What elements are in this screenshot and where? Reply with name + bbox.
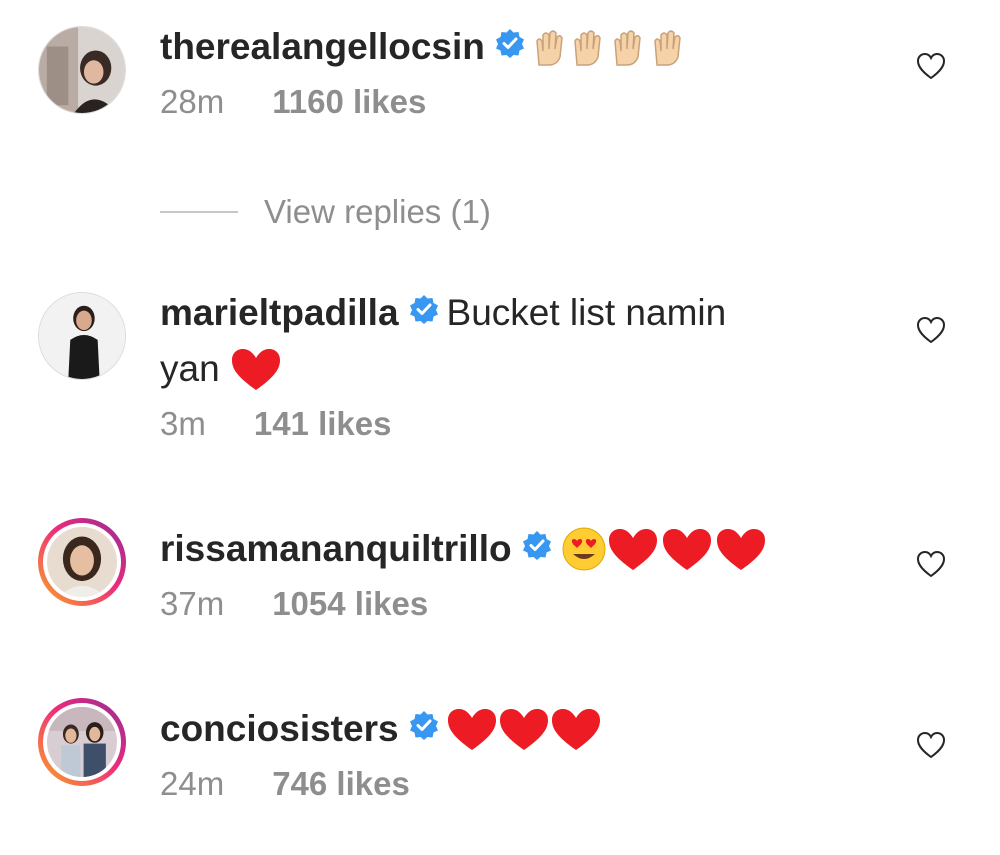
avatar-photo	[47, 527, 117, 597]
comment-text-continued: yan	[160, 348, 220, 390]
replies-divider	[160, 211, 238, 213]
avatar[interactable]	[38, 698, 126, 786]
comment-timestamp: 3m	[160, 405, 206, 443]
three-hearts-emoji	[447, 700, 603, 754]
view-replies-label: View replies (1)	[264, 193, 491, 230]
raised-hands-emoji	[533, 18, 693, 72]
comment-likes[interactable]: 746 likes	[272, 765, 410, 802]
comment-likes[interactable]: 1054 likes	[272, 585, 428, 622]
avatar[interactable]	[38, 26, 126, 114]
avatar-photo	[47, 707, 117, 777]
verified-badge-icon	[495, 19, 525, 73]
like-heart-icon[interactable]	[916, 316, 946, 344]
comment-username[interactable]: therealangellocsin	[160, 26, 485, 67]
avatar[interactable]	[38, 518, 126, 606]
comment-username[interactable]: marieltpadilla	[160, 292, 399, 333]
comment-timestamp: 37m	[160, 585, 225, 623]
verified-badge-icon	[409, 285, 439, 339]
comment-username[interactable]: rissamananquiltrillo	[160, 528, 512, 569]
like-heart-icon[interactable]	[916, 550, 946, 578]
comment-likes[interactable]: 1160 likes	[272, 83, 426, 120]
avatar-photo	[39, 293, 125, 379]
comment-likes[interactable]: 141 likes	[254, 405, 392, 442]
comment-text: Bucket list namin	[446, 292, 727, 333]
comment-timestamp: 28m	[160, 83, 225, 121]
verified-badge-icon	[409, 701, 439, 755]
avatar-photo	[39, 27, 125, 113]
verified-badge-icon	[522, 521, 552, 575]
heart-eyes-and-hearts-emoji	[560, 520, 768, 574]
comment-username[interactable]: conciosisters	[160, 708, 399, 749]
comment-timestamp: 24m	[160, 765, 225, 803]
red-heart-emoji	[230, 340, 282, 394]
like-heart-icon[interactable]	[916, 52, 946, 80]
avatar[interactable]	[38, 292, 126, 380]
like-heart-icon[interactable]	[916, 731, 946, 759]
view-replies-link[interactable]: View replies (1)	[160, 190, 491, 234]
